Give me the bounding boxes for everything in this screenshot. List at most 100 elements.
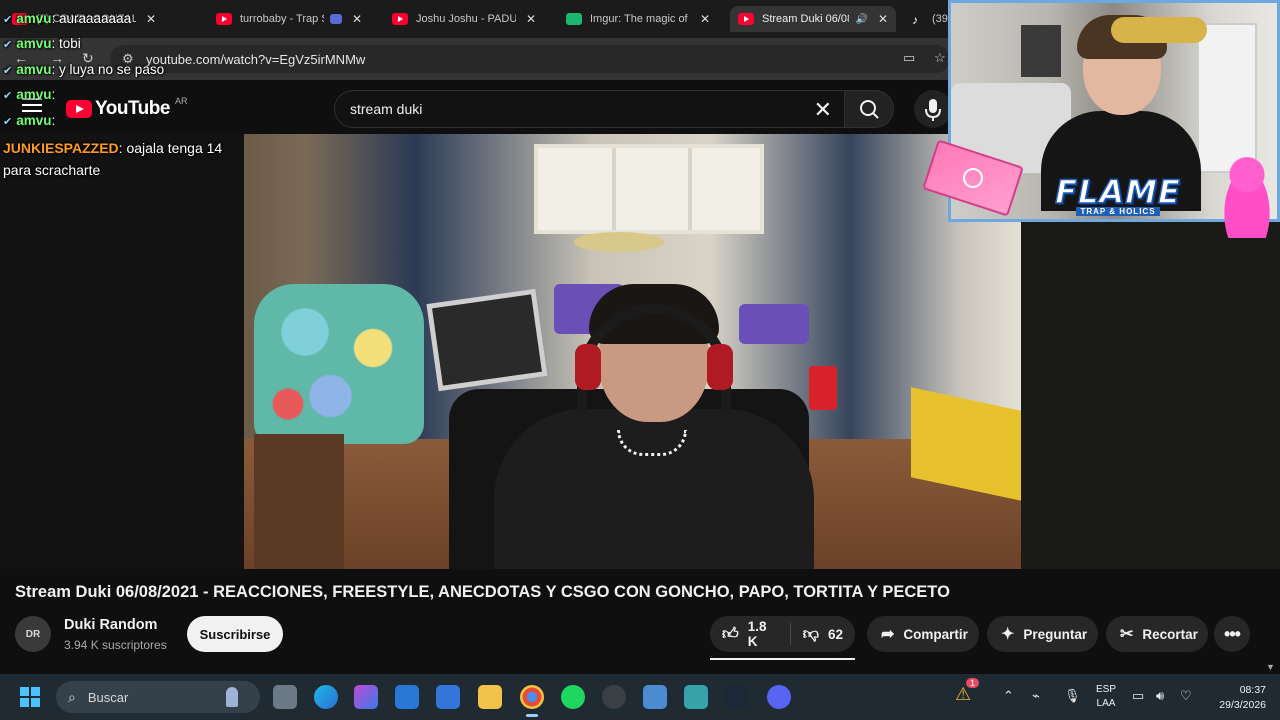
search-icon <box>860 100 879 119</box>
share-arrow-icon: ➦ <box>881 626 895 643</box>
task-view-icon[interactable] <box>273 685 297 709</box>
file-explorer-icon[interactable] <box>478 685 502 709</box>
install-app-icon[interactable]: ▭ <box>903 50 915 66</box>
tab-title: Joshu Joshu - PADUA CONTI <box>416 13 516 25</box>
bookmark-star-icon[interactable]: ☆ <box>934 50 946 66</box>
taskbar-search[interactable]: ⌕ Buscar <box>56 681 260 713</box>
like-dislike-group: 👍︎ 1.8 K 👎︎ 62 <box>710 616 855 652</box>
network-icon[interactable]: ⌁ <box>1032 688 1040 704</box>
browser-tab[interactable]: (5) CRAZY GONZALO, Esca ✕ <box>4 6 164 32</box>
close-icon[interactable]: ✕ <box>146 12 156 26</box>
clip-button[interactable]: ✂ Recortar <box>1106 616 1208 652</box>
back-arrow-icon[interactable]: ← <box>14 50 28 66</box>
youtube-favicon-icon <box>738 13 754 25</box>
youtube-favicon-icon <box>216 13 232 25</box>
more-actions-button[interactable]: ••• <box>1214 616 1250 652</box>
obs-icon[interactable] <box>602 685 626 709</box>
system-clock[interactable]: 08:37 29/3/2026 <box>1210 683 1266 713</box>
search-button[interactable] <box>844 90 894 128</box>
country-code: AR <box>174 96 188 106</box>
thumbs-up-icon: 👍︎ <box>722 625 739 643</box>
microphone-icon[interactable]: 🎙︎ <box>1064 688 1081 704</box>
tiktok-favicon-icon: ♪ <box>912 13 918 27</box>
flame-logo-subtitle: TRAP & HOLICS <box>1076 206 1160 216</box>
flame-logo: FLAME TRAP & HOLICS <box>1020 172 1216 216</box>
tab-title: Imgur: The magic of the Internet <box>590 13 690 25</box>
steam-icon[interactable] <box>725 685 749 709</box>
edge-browser-icon[interactable] <box>314 685 338 709</box>
ask-button[interactable]: ✦ Preguntar <box>987 616 1098 652</box>
copilot-icon[interactable] <box>354 685 378 709</box>
close-icon[interactable]: ✕ <box>526 12 536 26</box>
dislike-count: 62 <box>827 626 843 642</box>
chrome-icon[interactable] <box>520 685 544 717</box>
search-input[interactable]: stream duki ✕ <box>334 90 844 128</box>
clear-search-icon[interactable]: ✕ <box>814 97 832 123</box>
like-count: 1.8 K <box>747 619 767 649</box>
notification-badge: 1 <box>966 678 980 688</box>
close-icon[interactable]: ✕ <box>352 12 362 26</box>
subscribe-button[interactable]: Suscribirse <box>187 616 283 652</box>
battery-icon[interactable]: ♡ <box>1180 688 1192 704</box>
channel-name[interactable]: Duki Random <box>64 617 157 633</box>
voice-search-button[interactable] <box>914 90 952 128</box>
url-text: youtube.com/watch?v=EgVz5irMNMw <box>146 51 366 67</box>
microphone-icon <box>925 99 941 121</box>
clip-label: Recortar <box>1142 626 1198 642</box>
share-button[interactable]: ➦ Compartir <box>867 616 979 652</box>
browser-tab-active[interactable]: Stream Duki 06/08/2021 🔊 ✕ <box>730 6 896 32</box>
video-scene-jacket <box>254 284 424 444</box>
speaker-icon[interactable]: 🔊 <box>855 14 867 25</box>
thumbs-down-icon: 👎︎ <box>802 625 819 643</box>
clock-time: 08:37 <box>1239 684 1266 696</box>
flame-logo-text: FLAME <box>1054 172 1181 211</box>
close-icon[interactable]: ✕ <box>878 12 888 26</box>
keyboard-layout: LAA <box>1096 698 1116 709</box>
close-icon[interactable]: ✕ <box>700 12 710 26</box>
address-bar[interactable]: ⚙ youtube.com/watch?v=EgVz5irMNMw <box>110 45 950 73</box>
subscriber-count: 3.94 K suscriptores <box>64 638 167 652</box>
taskbar-search-placeholder: Buscar <box>87 689 129 705</box>
video-scene-cymbal <box>574 232 664 252</box>
search-icon: ⌕ <box>68 688 76 705</box>
browser-toolbar: ← → ↻ ⚙ youtube.com/watch?v=EgVz5irMNMw … <box>0 38 950 80</box>
discord-icon[interactable] <box>767 685 791 709</box>
channel-avatar[interactable]: DR <box>15 616 51 652</box>
video-scene-chair <box>254 434 344 569</box>
reload-icon[interactable]: ↻ <box>82 50 94 67</box>
display-icon[interactable]: ▭ <box>1132 688 1144 704</box>
search-highlight-icon <box>226 687 238 707</box>
search-query: stream duki <box>350 101 423 117</box>
store-icon[interactable] <box>395 685 419 709</box>
dislike-button[interactable]: 👎︎ 62 <box>791 616 855 652</box>
volume-icon[interactable]: 🔊︎ <box>1156 688 1164 704</box>
ask-label: Preguntar <box>1023 626 1088 642</box>
browser-tab[interactable]: Joshu Joshu - PADUA CONTI ✕ <box>384 6 544 32</box>
video-player[interactable] <box>244 134 1021 569</box>
share-label: Compartir <box>903 626 968 642</box>
youtube-favicon-icon <box>392 13 408 25</box>
left-sidebar-area <box>0 134 244 569</box>
forward-arrow-icon[interactable]: → <box>50 50 64 66</box>
show-hidden-icons-chevron-icon[interactable]: ⌃ <box>1003 688 1014 704</box>
spotify-icon[interactable] <box>561 685 585 709</box>
network-app-icon[interactable] <box>684 685 708 709</box>
browser-tab[interactable]: turrobaby - Trap Sudamericano ✕ <box>208 6 370 32</box>
settings-gear-icon[interactable] <box>643 685 667 709</box>
scroll-down-arrow-icon[interactable]: ▼ <box>1266 662 1275 672</box>
browser-tab[interactable]: Imgur: The magic of the Internet ✕ <box>558 6 718 32</box>
sparkle-icon: ✦ <box>1001 626 1015 643</box>
browser-tab-strip: (5) CRAZY GONZALO, Esca ✕ turrobaby - Tr… <box>0 0 950 38</box>
hamburger-menu-icon[interactable] <box>22 98 42 112</box>
like-underline <box>710 658 855 660</box>
youtube-header: YouTube AR stream duki ✕ <box>0 80 952 134</box>
more-dots-icon: ••• <box>1224 623 1241 644</box>
like-button[interactable]: 👍︎ 1.8 K <box>710 616 790 652</box>
windows-start-icon[interactable] <box>20 687 40 707</box>
mail-icon[interactable] <box>436 685 460 709</box>
youtube-logo[interactable]: YouTube AR <box>66 96 188 120</box>
site-settings-icon[interactable]: ⚙ <box>122 51 134 67</box>
input-language[interactable]: ESP LAA <box>1094 683 1118 711</box>
scissors-icon: ✂ <box>1120 626 1134 643</box>
right-sidebar-area <box>1021 222 1280 569</box>
